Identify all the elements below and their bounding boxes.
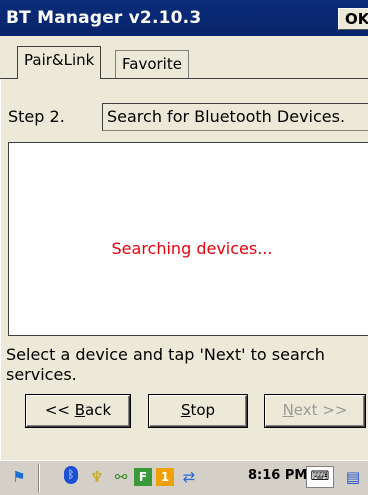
device-list[interactable]: Searching devices... — [8, 142, 368, 336]
stop-rest: top — [190, 401, 216, 419]
sync-icon[interactable]: ⇄ — [178, 466, 200, 488]
usb-icon[interactable]: ⚯ — [110, 466, 132, 488]
tab-pair-link[interactable]: Pair&Link — [17, 46, 102, 79]
step-description-field: Search for Bluetooth Devices. — [102, 103, 368, 131]
network-icon[interactable]: ♆ — [86, 466, 108, 488]
stop-button[interactable]: Stop — [149, 395, 247, 427]
hint-text: Select a device and tap 'Next' to search… — [6, 345, 325, 384]
start-flag-icon[interactable]: ⚑ — [8, 466, 30, 488]
keyboard-icon[interactable]: ⌨ — [306, 466, 334, 488]
tab-favorite[interactable]: Favorite — [115, 50, 189, 78]
f-icon[interactable]: F — [134, 468, 152, 486]
ok-button[interactable]: OK — [338, 8, 368, 30]
taskbar-clock[interactable]: 8:16 PM — [248, 468, 307, 483]
bluetooth-icon[interactable]: ᛒ — [64, 466, 78, 484]
next-button[interactable]: Next >> — [265, 395, 365, 427]
back-prefix: << — [44, 401, 75, 419]
1-icon[interactable]: 1 — [156, 468, 174, 486]
back-hotkey: B — [74, 401, 86, 419]
input-icon[interactable]: ▤ — [342, 466, 364, 488]
searching-status: Searching devices... — [111, 239, 273, 258]
next-hotkey: N — [282, 401, 294, 419]
back-rest: ack — [85, 401, 112, 419]
step-label: Step 2. — [8, 107, 65, 126]
title-bar: BT Manager v2.10.3 — [0, 0, 368, 36]
taskbar-separator — [38, 464, 40, 492]
next-rest: ext >> — [293, 401, 348, 419]
window-title: BT Manager v2.10.3 — [6, 8, 202, 28]
back-button[interactable]: << Back — [26, 395, 130, 427]
